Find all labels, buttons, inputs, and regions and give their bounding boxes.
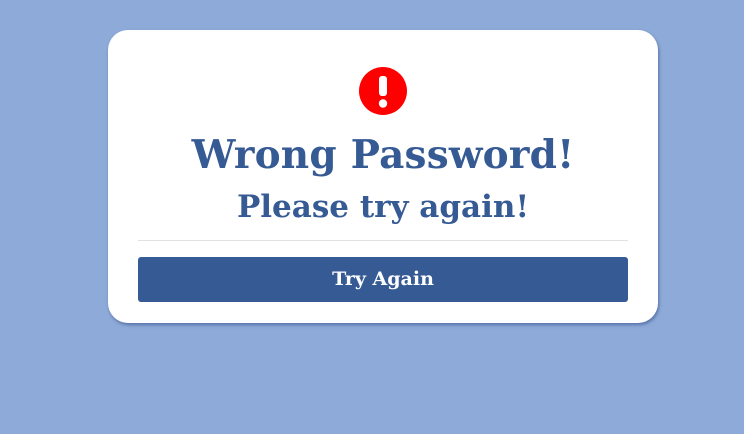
dialog-title: Wrong Password! — [191, 132, 575, 178]
try-again-button[interactable]: Try Again — [138, 257, 628, 302]
divider — [138, 240, 628, 241]
exclamation-circle-icon — [359, 67, 407, 115]
dialog-subtitle: Please try again! — [236, 189, 530, 225]
error-dialog: Wrong Password! Please try again! Try Ag… — [108, 30, 658, 323]
